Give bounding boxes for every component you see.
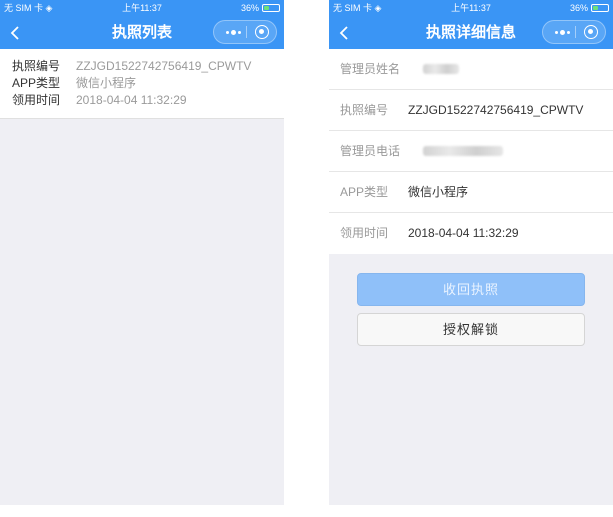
license-detail-list: 管理员姓名 执照编号 ZZJGD1522742756419_CPWTV 管理员电… bbox=[329, 49, 613, 254]
app-type-label: APP类型 bbox=[340, 185, 389, 199]
miniprogram-capsule bbox=[542, 20, 606, 44]
status-bar: 无 SIM 卡 ◈ 上午11:37 36% bbox=[0, 0, 284, 16]
admin-name-label: 管理员姓名 bbox=[340, 62, 401, 76]
navigation-bar: 执照详细信息 bbox=[329, 16, 613, 49]
close-miniprogram-icon[interactable] bbox=[255, 25, 269, 39]
battery-percent: 36% bbox=[569, 3, 588, 13]
license-number-value: ZZJGD1522742756419_CPWTV bbox=[76, 59, 252, 73]
app-type-row: APP类型 微信小程序 bbox=[12, 75, 136, 92]
capsule-divider bbox=[246, 26, 247, 38]
claim-time-row: 领用时间 2018-04-04 11:32:29 bbox=[12, 92, 187, 109]
capsule-divider bbox=[575, 26, 576, 38]
battery-level-fill bbox=[593, 6, 598, 10]
redacted-blur bbox=[423, 146, 503, 156]
claim-time-value: 2018-04-04 11:32:29 bbox=[76, 93, 187, 107]
miniprogram-capsule bbox=[213, 20, 277, 44]
claim-time-value: 2018-04-04 11:32:29 bbox=[408, 226, 519, 240]
header: 无 SIM 卡 ◈ 上午11:37 36% 执照详细信息 bbox=[329, 0, 613, 49]
license-number-row: 执照编号 ZZJGD1522742756419_CPWTV bbox=[329, 90, 613, 131]
admin-phone-label: 管理员电话 bbox=[340, 144, 401, 158]
battery-level-fill bbox=[264, 6, 269, 10]
more-icon[interactable] bbox=[549, 21, 575, 43]
license-list-item[interactable]: 执照编号 ZZJGD1522742756419_CPWTV APP类型 微信小程序 … bbox=[0, 49, 284, 119]
status-bar: 无 SIM 卡 ◈ 上午11:37 36% bbox=[329, 0, 613, 16]
battery-icon bbox=[262, 4, 280, 12]
app-type-value: 微信小程序 bbox=[76, 76, 137, 90]
license-detail-screen: 无 SIM 卡 ◈ 上午11:37 36% 执照详细信息 管理员姓名 执照编号 … bbox=[329, 0, 613, 505]
admin-phone-row: 管理员电话 bbox=[329, 131, 613, 172]
navigation-bar: 执照列表 bbox=[0, 16, 284, 49]
admin-name-row: 管理员姓名 bbox=[329, 49, 613, 90]
claim-time-label: 领用时间 bbox=[12, 93, 61, 107]
license-number-label: 执照编号 bbox=[12, 59, 61, 73]
more-icon[interactable] bbox=[220, 21, 246, 43]
claim-time-row: 领用时间 2018-04-04 11:32:29 bbox=[329, 213, 613, 254]
revoke-license-button[interactable]: 收回执照 bbox=[357, 273, 585, 306]
close-miniprogram-icon[interactable] bbox=[584, 25, 598, 39]
license-number-row: 执照编号 ZZJGD1522742756419_CPWTV bbox=[12, 58, 251, 75]
app-type-row: APP类型 微信小程序 bbox=[329, 172, 613, 213]
app-type-value: 微信小程序 bbox=[408, 185, 469, 199]
battery-percent: 36% bbox=[240, 3, 259, 13]
battery-icon bbox=[591, 4, 609, 12]
claim-time-label: 领用时间 bbox=[340, 226, 389, 240]
license-number-label: 执照编号 bbox=[340, 103, 389, 117]
header: 无 SIM 卡 ◈ 上午11:37 36% 执照列表 bbox=[0, 0, 284, 49]
license-list-screen: 无 SIM 卡 ◈ 上午11:37 36% 执照列表 执照编号 ZZJGD1522… bbox=[0, 0, 284, 505]
authorize-unlock-button[interactable]: 授权解锁 bbox=[357, 313, 585, 346]
redacted-blur bbox=[423, 64, 459, 74]
license-number-value: ZZJGD1522742756419_CPWTV bbox=[408, 103, 584, 117]
app-type-label: APP类型 bbox=[12, 76, 61, 90]
